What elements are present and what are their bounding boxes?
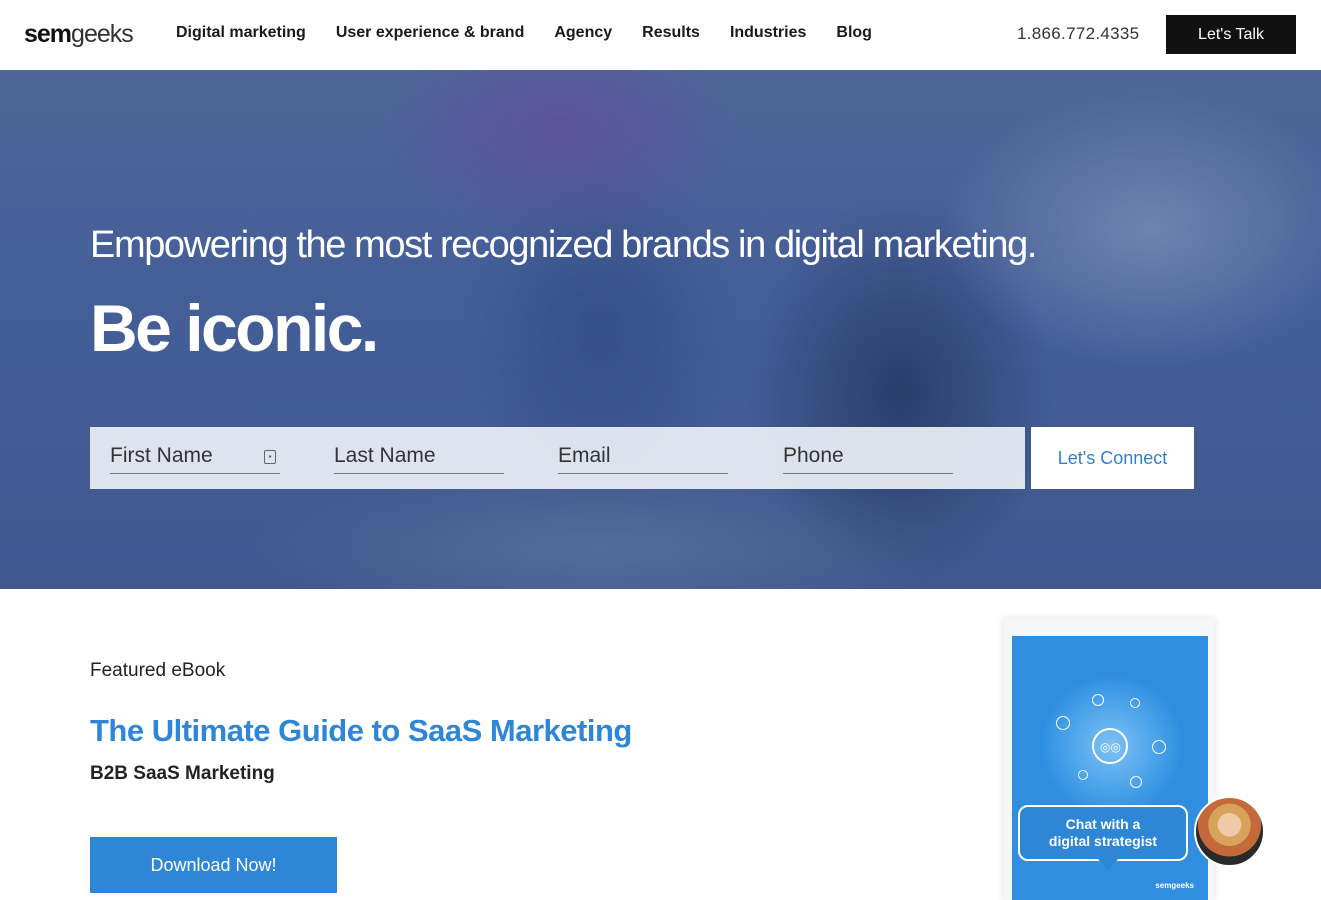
strategist-avatar[interactable] bbox=[1194, 796, 1265, 867]
download-now-button[interactable]: Download Now! bbox=[90, 837, 337, 893]
contact-card-icon: ▪ bbox=[264, 450, 276, 464]
last-name-field-wrap bbox=[334, 441, 504, 474]
logo-text-bold: sem bbox=[24, 20, 72, 48]
phone-field-wrap bbox=[783, 441, 953, 474]
logo-text-light: geeks bbox=[71, 20, 134, 48]
nav-item-industries[interactable]: Industries bbox=[730, 24, 806, 42]
cloud-icon bbox=[1092, 694, 1104, 706]
featured-label: Featured eBook bbox=[90, 660, 226, 681]
lets-connect-button[interactable]: Let's Connect bbox=[1031, 427, 1194, 489]
lets-talk-button[interactable]: Let's Talk bbox=[1166, 15, 1296, 54]
star-icon bbox=[1130, 698, 1140, 708]
nav-item-results[interactable]: Results bbox=[642, 24, 700, 42]
email-field-wrap bbox=[558, 441, 728, 474]
featured-ebook-title[interactable]: The Ultimate Guide to SaaS Marketing bbox=[90, 713, 632, 749]
email-input[interactable] bbox=[558, 441, 728, 471]
hero-subtitle: Empowering the most recognized brands in… bbox=[90, 224, 1037, 266]
chat-text-line2: digital strategist bbox=[1048, 833, 1158, 849]
chart-icon bbox=[1078, 770, 1088, 780]
hero-banner: Empowering the most recognized brands in… bbox=[0, 70, 1321, 589]
nav-item-digital-marketing[interactable]: Digital marketing bbox=[176, 24, 306, 42]
first-name-input[interactable] bbox=[110, 441, 280, 471]
chat-with-strategist-button[interactable]: Chat with a digital strategist bbox=[1018, 805, 1188, 871]
last-name-input[interactable] bbox=[334, 441, 504, 471]
main-nav: Digital marketing User experience & bran… bbox=[176, 24, 872, 42]
ebook-brand-mark: semgeeks bbox=[1155, 881, 1194, 890]
featured-ebook-subtitle: B2B SaaS Marketing bbox=[90, 763, 275, 784]
first-name-field-wrap: ▪ bbox=[110, 441, 280, 474]
link-icon bbox=[1130, 776, 1142, 788]
phone-number-link[interactable]: 1.866.772.4335 bbox=[1017, 24, 1139, 44]
hero-title: Be iconic. bbox=[90, 291, 379, 365]
phone-input[interactable] bbox=[783, 441, 953, 471]
glasses-icon: ◎◎ bbox=[1100, 740, 1121, 754]
gear-icon bbox=[1056, 716, 1070, 730]
nav-item-agency[interactable]: Agency bbox=[554, 24, 612, 42]
lead-form: ▪ bbox=[90, 427, 1025, 489]
nav-item-user-experience-brand[interactable]: User experience & brand bbox=[336, 24, 525, 42]
globe-icon bbox=[1152, 740, 1166, 754]
chat-text-line1: Chat with a bbox=[1065, 816, 1141, 832]
semgeeks-logo[interactable]: semgeeks bbox=[24, 20, 134, 49]
site-header: semgeeks Digital marketing User experien… bbox=[0, 0, 1321, 70]
nav-item-blog[interactable]: Blog bbox=[836, 24, 872, 42]
